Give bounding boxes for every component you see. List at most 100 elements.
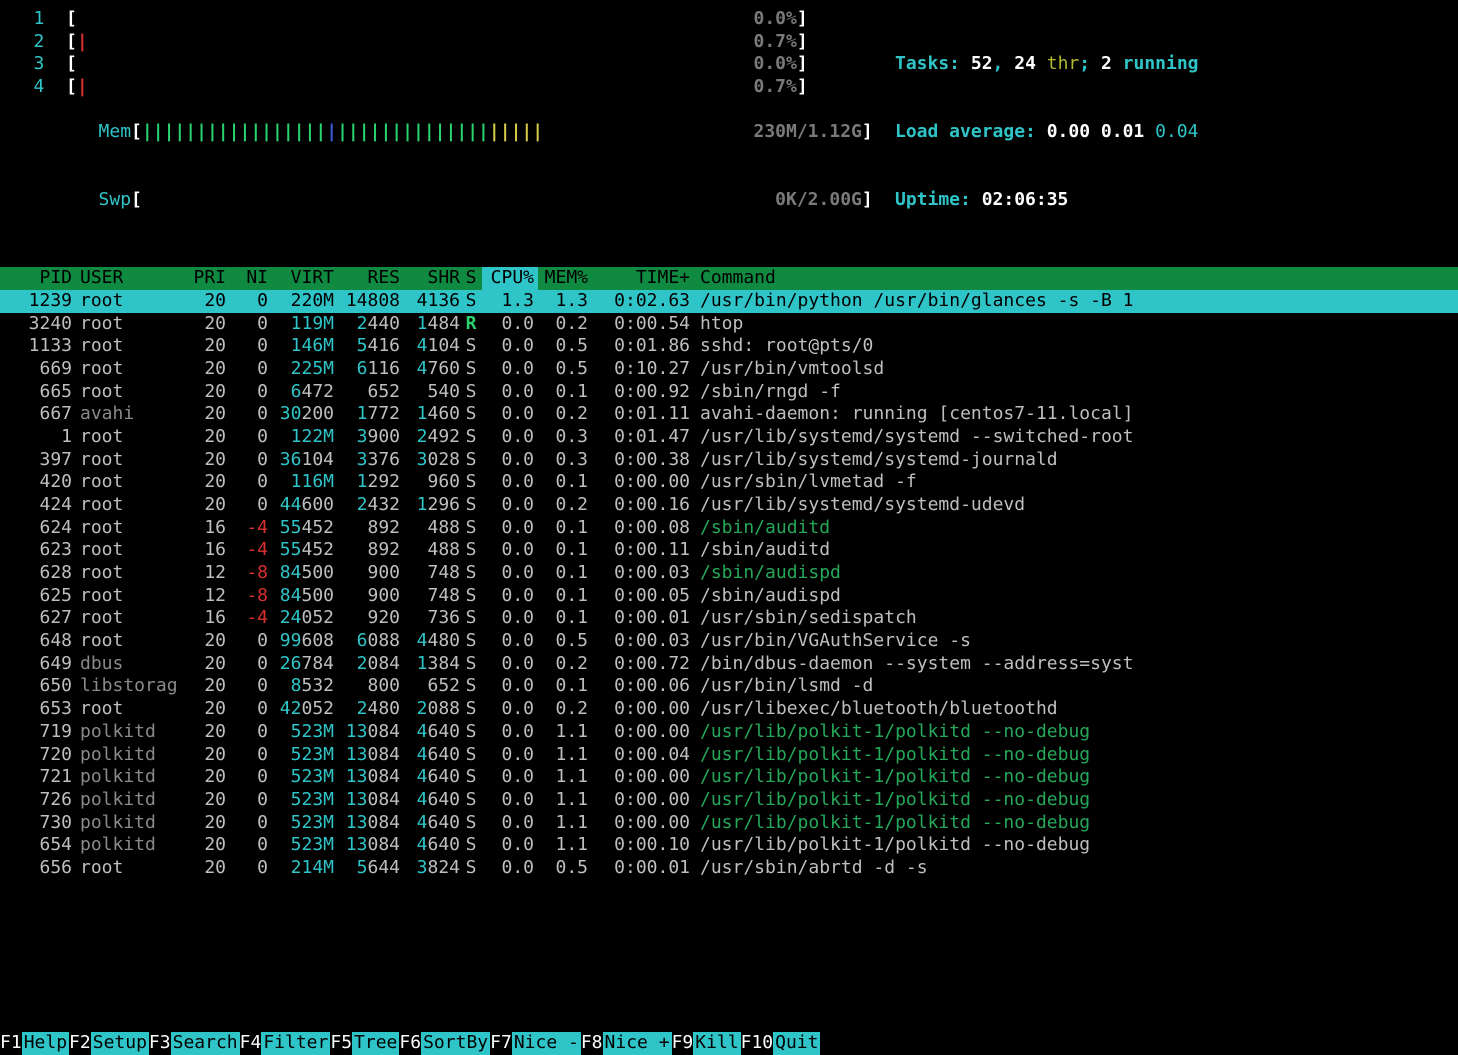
cell-pri: 20 [172,494,226,517]
cell-res: 900 [334,585,400,608]
process-row[interactable]: 726polkitd200523M130844640S0.01.10:00.00… [0,789,1458,812]
cell-res: 920 [334,607,400,630]
column-time[interactable]: TIME+ [588,267,690,290]
process-row[interactable]: 625root12-884500900748S0.00.10:00.05/sbi… [0,585,1458,608]
fnkey-f5[interactable]: F5Tree [330,1032,399,1055]
fnkey-f10[interactable]: F10Quit [741,1032,821,1055]
cell-time: 0:00.16 [588,494,690,517]
column-cpu[interactable]: CPU% [482,267,538,290]
cell-pri: 20 [172,766,226,789]
column-ni[interactable]: NI [226,267,268,290]
process-row[interactable]: 1root200122M39002492S0.00.30:01.47/usr/l… [0,426,1458,449]
process-row[interactable]: 1239root200220M148084136S1.31.30:02.63/u… [0,290,1458,313]
process-row[interactable]: 719polkitd200523M130844640S0.01.10:00.00… [0,721,1458,744]
process-row[interactable]: 424root2004460024321296S0.00.20:00.16/us… [0,494,1458,517]
fnkey-f3[interactable]: F3Search [149,1032,240,1055]
cell-res: 2432 [334,494,400,517]
cell-shr: 488 [400,517,460,540]
cell-shr: 4640 [400,721,460,744]
cell-res: 1292 [334,471,400,494]
process-row[interactable]: 665root2006472652540S0.00.10:00.92/sbin/… [0,381,1458,404]
cell-ni: 0 [226,744,268,767]
process-row[interactable]: 730polkitd200523M130844640S0.01.10:00.00… [0,812,1458,835]
cell-state: S [460,562,482,585]
process-row[interactable]: 669root200225M61164760S0.00.50:10.27/usr… [0,358,1458,381]
cell-user: root [72,539,172,562]
process-row[interactable]: 627root16-424052920736S0.00.10:00.01/usr… [0,607,1458,630]
process-row[interactable]: 624root16-455452892488S0.00.10:00.08/sbi… [0,517,1458,540]
cell-pid: 650 [0,675,72,698]
column-command[interactable]: Command [690,267,1458,290]
cell-state: S [460,630,482,653]
cell-cpu: 0.0 [482,766,538,789]
header: 1 [0.0%]2 [|0.7%]3 [0.0%]4 [|0.7%] Mem[|… [0,0,1458,257]
fnkey-f8[interactable]: F8Nice + [581,1032,672,1055]
cell-pid: 628 [0,562,72,585]
cell-state: S [460,494,482,517]
column-pri[interactable]: PRI [172,267,226,290]
process-row[interactable]: 656root200214M56443824S0.00.50:00.01/usr… [0,857,1458,880]
cell-shr: 488 [400,539,460,562]
cell-command: /usr/lib/systemd/systemd-journald [690,449,1458,472]
fnkey-f2[interactable]: F2Setup [69,1032,149,1055]
cell-command: /usr/lib/polkit-1/polkitd --no-debug [690,789,1458,812]
cell-virt: 523M [268,744,334,767]
column-mem[interactable]: MEM% [538,267,588,290]
cell-user: libstorag [72,675,172,698]
cell-ni: 0 [226,381,268,404]
process-row[interactable]: 653root2004205224802088S0.00.20:00.00/us… [0,698,1458,721]
process-row[interactable]: 628root12-884500900748S0.00.10:00.03/sbi… [0,562,1458,585]
process-row[interactable]: 650libstorag2008532800652S0.00.10:00.06/… [0,675,1458,698]
cell-state: R [460,313,482,336]
process-row[interactable]: 721polkitd200523M130844640S0.01.10:00.00… [0,766,1458,789]
function-key-bar[interactable]: F1Help F2Setup F3SearchF4FilterF5Tree F6… [0,1032,1458,1055]
cell-ni: -4 [226,607,268,630]
cell-time: 0:00.03 [588,562,690,585]
cell-ni: 0 [226,494,268,517]
column-res[interactable]: RES [334,267,400,290]
cell-shr: 736 [400,607,460,630]
process-table[interactable]: PIDUSERPRINIVIRTRESSHRSCPU%MEM%TIME+Comm… [0,267,1458,879]
column-s[interactable]: S [460,267,482,290]
table-header[interactable]: PIDUSERPRINIVIRTRESSHRSCPU%MEM%TIME+Comm… [0,267,1458,290]
fnkey-f6[interactable]: F6SortBy [399,1032,490,1055]
cell-cpu: 0.0 [482,403,538,426]
fnkey-f9[interactable]: F9Kill [672,1032,741,1055]
load-line: Load average: 0.00 0.01 0.04 [895,121,1458,144]
cell-res: 3376 [334,449,400,472]
cell-res: 900 [334,562,400,585]
cell-cpu: 0.0 [482,381,538,404]
fnkey-f4[interactable]: F4Filter [240,1032,331,1055]
cell-time: 0:00.10 [588,834,690,857]
column-pid[interactable]: PID [0,267,72,290]
cell-ni: -4 [226,539,268,562]
process-row[interactable]: 667avahi2003020017721460S0.00.20:01.11av… [0,403,1458,426]
cell-ni: 0 [226,290,268,313]
cell-command: sshd: root@pts/0 [690,335,1458,358]
cell-pri: 20 [172,857,226,880]
cell-time: 0:00.00 [588,721,690,744]
process-row[interactable]: 654polkitd200523M130844640S0.01.10:00.10… [0,834,1458,857]
process-row[interactable]: 648root2009960860884480S0.00.50:00.03/us… [0,630,1458,653]
process-row[interactable]: 720polkitd200523M130844640S0.01.10:00.04… [0,744,1458,767]
cell-user: root [72,494,172,517]
column-user[interactable]: USER [72,267,172,290]
cell-time: 0:00.00 [588,698,690,721]
column-shr[interactable]: SHR [400,267,460,290]
process-row[interactable]: 1133root200146M54164104S0.00.50:01.86ssh… [0,335,1458,358]
fnkey-f1[interactable]: F1Help [0,1032,69,1055]
cell-cpu: 0.0 [482,426,538,449]
process-row[interactable]: 397root2003610433763028S0.00.30:00.38/us… [0,449,1458,472]
cell-pid: 1 [0,426,72,449]
cell-command: /usr/lib/polkit-1/polkitd --no-debug [690,812,1458,835]
process-row[interactable]: 3240root200119M24401484R0.00.20:00.54hto… [0,313,1458,336]
cell-pri: 20 [172,358,226,381]
cell-shr: 3028 [400,449,460,472]
fnkey-f7[interactable]: F7Nice - [490,1032,581,1055]
cell-user: avahi [72,403,172,426]
process-row[interactable]: 649dbus2002678420841384S0.00.20:00.72/bi… [0,653,1458,676]
process-row[interactable]: 623root16-455452892488S0.00.10:00.11/sbi… [0,539,1458,562]
process-row[interactable]: 420root200116M1292960S0.00.10:00.00/usr/… [0,471,1458,494]
column-virt[interactable]: VIRT [268,267,334,290]
cell-time: 0:00.05 [588,585,690,608]
